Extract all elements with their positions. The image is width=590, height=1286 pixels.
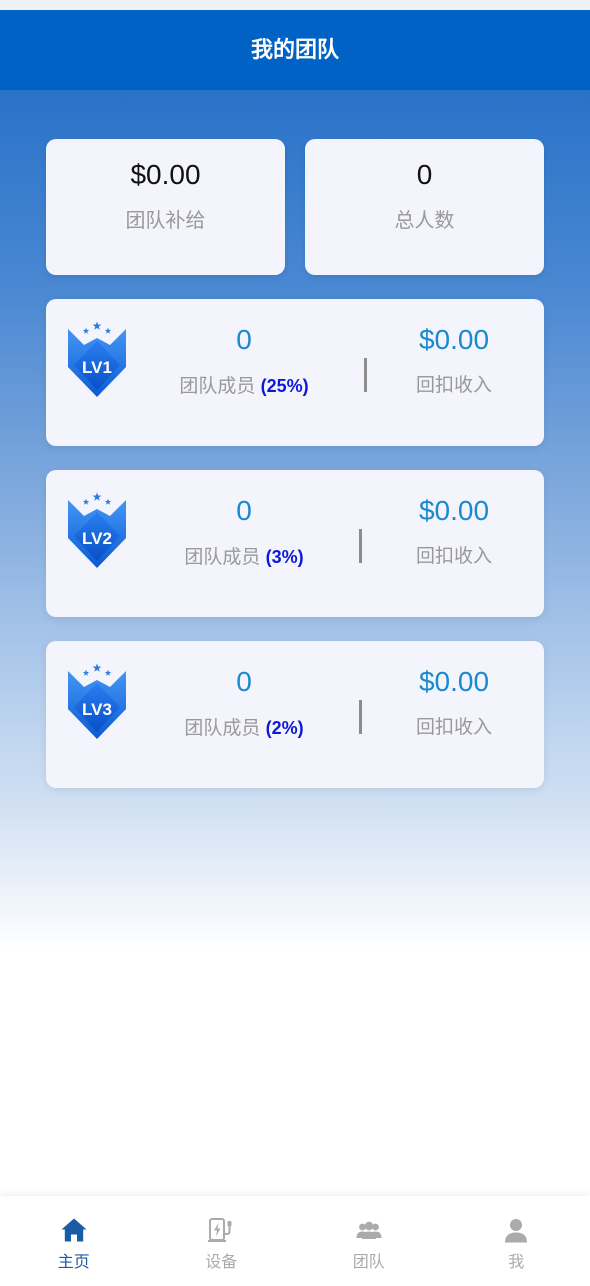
nav-item-devices[interactable]: 设备 bbox=[148, 1196, 296, 1286]
level-card-lv3[interactable]: LV3 0 团队成员 (2%) $0.00 回扣收入 bbox=[46, 641, 544, 788]
nav-label-me: 我 bbox=[508, 1254, 525, 1271]
lv3-members-label-row: 团队成员 (2%) bbox=[152, 714, 336, 743]
lv3-income-value: $0.00 bbox=[418, 666, 490, 697]
nav-item-home[interactable]: 主页 bbox=[0, 1196, 148, 1286]
lv3-income-stat: $0.00 回扣收入 bbox=[376, 641, 532, 788]
bottom-nav: 主页 设备 团队 我 bbox=[0, 1196, 590, 1286]
lv2-members-label: 团队成员 bbox=[184, 547, 261, 568]
team-supply-label: 团队补给 bbox=[125, 210, 206, 232]
user-icon bbox=[505, 1219, 528, 1243]
lv3-members-count: 0 bbox=[236, 666, 252, 697]
lv1-badge-text: LV1 bbox=[82, 358, 112, 377]
lv2-members-stat: 0 团队成员 (3%) bbox=[152, 470, 336, 617]
lv2-rate: (3%) bbox=[265, 547, 304, 567]
status-bar bbox=[0, 0, 590, 10]
nav-label-team: 团队 bbox=[352, 1254, 385, 1271]
lv2-members-count: 0 bbox=[236, 495, 252, 526]
lv2-income-stat: $0.00 回扣收入 bbox=[376, 470, 532, 617]
lv1-income-value: $0.00 bbox=[418, 324, 490, 355]
total-members-label: 总人数 bbox=[394, 210, 455, 232]
page-title: 我的团队 bbox=[250, 37, 339, 62]
lv3-members-label: 团队成员 bbox=[184, 718, 261, 739]
home-icon bbox=[61, 1218, 87, 1242]
team-supply-card: $0.00 团队补给 bbox=[46, 139, 285, 275]
lv1-members-stat: 0 团队成员 (25%) bbox=[152, 299, 336, 446]
lv1-income-stat: $0.00 回扣收入 bbox=[376, 299, 532, 446]
lv3-members-stat: 0 团队成员 (2%) bbox=[152, 641, 336, 788]
lv3-rate: (2%) bbox=[265, 718, 304, 738]
lv3-badge-text: LV3 bbox=[82, 700, 112, 719]
nav-label-home: 主页 bbox=[57, 1254, 90, 1271]
lv2-badge-icon: LV2 bbox=[68, 492, 126, 568]
lv3-income-label: 回扣收入 bbox=[415, 717, 492, 738]
page-header: 我的团队 bbox=[0, 10, 590, 90]
nav-label-devices: 设备 bbox=[205, 1254, 238, 1271]
nav-item-me[interactable]: 我 bbox=[443, 1196, 590, 1286]
lv2-income-label: 回扣收入 bbox=[415, 546, 492, 567]
lv2-income-value: $0.00 bbox=[418, 495, 490, 526]
lv1-members-label: 团队成员 bbox=[179, 376, 256, 397]
lv1-rate: (25%) bbox=[260, 376, 309, 396]
team-icon bbox=[356, 1221, 382, 1239]
total-members-card: 0 总人数 bbox=[305, 139, 544, 275]
team-supply-value: $0.00 bbox=[130, 159, 201, 190]
lv2-badge-text: LV2 bbox=[82, 529, 112, 548]
stat-divider bbox=[359, 700, 362, 734]
team-page: 我的团队 $0.00 团队补给 0 总人数 LV1 0 团队成员 (25%) $… bbox=[0, 0, 590, 1286]
lv1-members-count: 0 bbox=[236, 324, 252, 355]
charger-icon bbox=[208, 1218, 232, 1242]
lv3-badge-icon: LV3 bbox=[68, 663, 126, 739]
lv2-members-label-row: 团队成员 (3%) bbox=[152, 543, 336, 572]
total-members-value: 0 bbox=[416, 159, 433, 190]
stat-divider bbox=[364, 358, 367, 392]
level-card-lv2[interactable]: LV2 0 团队成员 (3%) $0.00 回扣收入 bbox=[46, 470, 544, 617]
lv1-income-label: 回扣收入 bbox=[415, 375, 492, 396]
lv1-badge-icon: LV1 bbox=[68, 321, 126, 397]
level-card-lv1[interactable]: LV1 0 团队成员 (25%) $0.00 回扣收入 bbox=[46, 299, 544, 446]
stat-divider bbox=[359, 529, 362, 563]
lv1-members-label-row: 团队成员 (25%) bbox=[152, 372, 336, 401]
nav-item-team[interactable]: 团队 bbox=[295, 1196, 443, 1286]
